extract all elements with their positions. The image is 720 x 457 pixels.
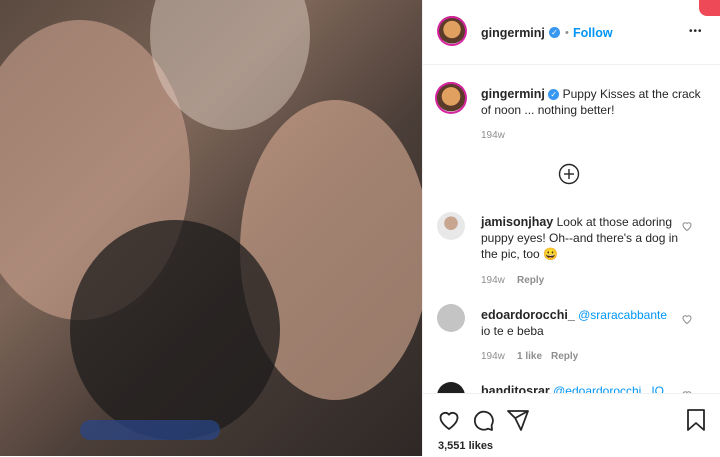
comment-like-icon[interactable]	[681, 313, 693, 325]
comment-mention[interactable]: @sraracabbante	[578, 308, 667, 322]
caption-username[interactable]: gingerminj	[481, 87, 545, 101]
share-icon[interactable]	[506, 408, 530, 432]
comment-avatar[interactable]	[437, 212, 465, 240]
heart-icon[interactable]	[437, 408, 461, 432]
bookmark-icon[interactable]	[685, 408, 707, 432]
verified-icon: ✓	[548, 89, 560, 101]
separator-dot: •	[565, 27, 569, 39]
follow-button[interactable]: Follow	[573, 26, 613, 40]
comment-mention[interactable]: @edoardorocchi_ IO	[553, 384, 664, 393]
post-photo[interactable]	[0, 0, 422, 456]
comment-item: edoardorocchi_ @sraracabbante io te e be…	[481, 307, 691, 339]
post-header: gingerminj ✓ • Follow •••	[423, 0, 720, 65]
header-username[interactable]: gingerminj	[481, 26, 545, 40]
caption: gingerminj ✓ Puppy Kisses at the crack o…	[481, 86, 709, 118]
comment-like-icon[interactable]	[681, 220, 693, 232]
comment-avatar[interactable]	[437, 304, 465, 332]
comment-likes[interactable]: 1 like	[517, 351, 542, 362]
photo-shading-collar	[80, 420, 220, 440]
caption-age: 194w	[481, 130, 505, 141]
comment-icon[interactable]	[471, 408, 495, 432]
verified-icon: ✓	[549, 27, 560, 38]
comment-text: io te e beba	[481, 324, 544, 338]
more-options-icon[interactable]: •••	[689, 26, 703, 37]
comment-age: 194w	[481, 275, 505, 286]
post-side-panel: gingerminj ✓ • Follow ••• gingerminj ✓ P…	[422, 0, 720, 457]
likes-count[interactable]: 3,551 likes	[438, 440, 493, 452]
comment-username[interactable]: jamisonjhay	[481, 215, 553, 229]
comment-item: banditosrar @edoardorocchi_ IO	[481, 383, 691, 393]
comment-item: jamisonjhay Look at those adoring puppy …	[481, 214, 681, 262]
comment-age: 194w	[481, 351, 505, 362]
avatar[interactable]	[437, 16, 467, 46]
reply-button[interactable]: Reply	[517, 275, 544, 286]
action-bar: 3,551 likes	[423, 393, 720, 457]
add-circle-icon[interactable]	[558, 163, 580, 185]
photo-shading-dog	[70, 220, 280, 440]
reply-button[interactable]: Reply	[551, 351, 578, 362]
comment-username[interactable]: banditosrar	[481, 384, 550, 393]
caption-avatar[interactable]	[435, 82, 467, 114]
comment-username[interactable]: edoardorocchi_	[481, 308, 575, 322]
